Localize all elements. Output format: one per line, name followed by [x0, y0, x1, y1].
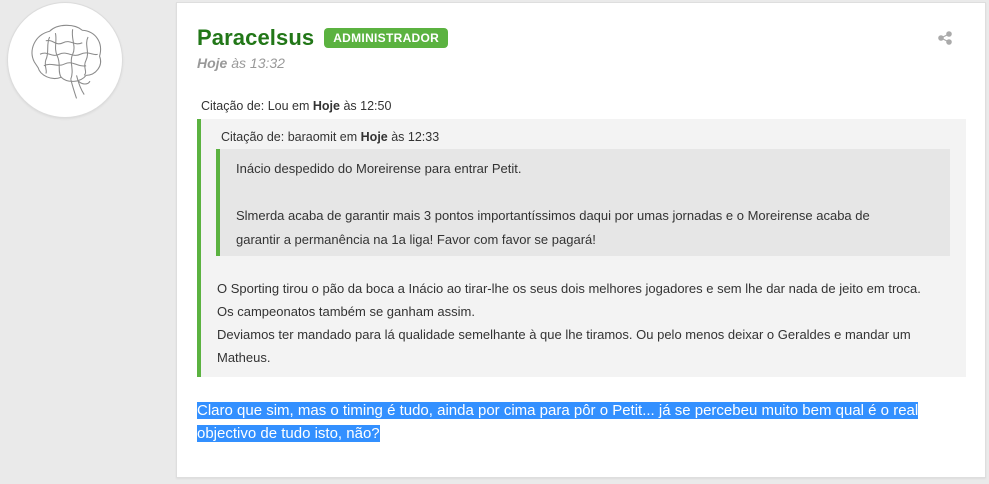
quote-block-outer: Citação de: baraomit em Hoje às 12:33 In…: [197, 119, 966, 377]
cite-day: Hoje: [312, 99, 340, 113]
selected-text-line: Claro que sim, mas o timing é tudo, aind…: [197, 402, 919, 419]
timestamp-day: Hoje: [197, 55, 228, 71]
quote-outer-line: Os campeonatos também se ganham assim.: [217, 304, 475, 319]
quote-inner-line: Slmerda acaba de garantir mais 3 pontos …: [236, 208, 870, 223]
avatar[interactable]: [8, 3, 122, 117]
role-badge: ADMINISTRADOR: [324, 28, 449, 48]
quote-inner-line: Inácio despedido do Moreirense para entr…: [236, 161, 522, 176]
quote-outer-line: Matheus.: [217, 350, 271, 365]
quote-citation-inner: Citação de: baraomit em Hoje às 12:33: [221, 130, 439, 144]
cite-time: às 12:50: [339, 99, 392, 113]
share-icon[interactable]: [938, 31, 952, 45]
cite-time: às 12:33: [387, 130, 440, 144]
username-link[interactable]: Paracelsus: [197, 25, 314, 51]
quote-block-inner: Inácio despedido do Moreirense para entr…: [216, 149, 950, 256]
timestamp-time: às 13:32: [227, 55, 285, 71]
quote-outer-line: Deviamos ter mandado para lá qualidade s…: [217, 327, 911, 342]
quote-outer-body: O Sporting tirou o pão da boca a Inácio …: [217, 277, 957, 369]
post-card: Paracelsus ADMINISTRADOR Hoje às 13:32 C…: [176, 2, 986, 478]
quote-inner-line: garantir a permanência na 1a liga! Favor…: [236, 232, 596, 247]
quote-outer-line: O Sporting tirou o pão da boca a Inácio …: [217, 281, 921, 296]
cite-prefix: Citação de: Lou em: [201, 99, 313, 113]
cite-prefix: Citação de: baraomit em: [221, 130, 361, 144]
post-body-text: Claro que sim, mas o timing é tudo, aind…: [197, 399, 937, 445]
author-row: Paracelsus ADMINISTRADOR: [197, 25, 449, 51]
quote-citation-outer: Citação de: Lou em Hoje às 12:50: [201, 99, 391, 113]
brain-avatar-image: [31, 24, 102, 99]
post-timestamp[interactable]: Hoje às 13:32: [197, 55, 285, 71]
cite-day: Hoje: [360, 130, 388, 144]
selected-text-line: objectivo de tudo isto, não?: [197, 425, 380, 442]
